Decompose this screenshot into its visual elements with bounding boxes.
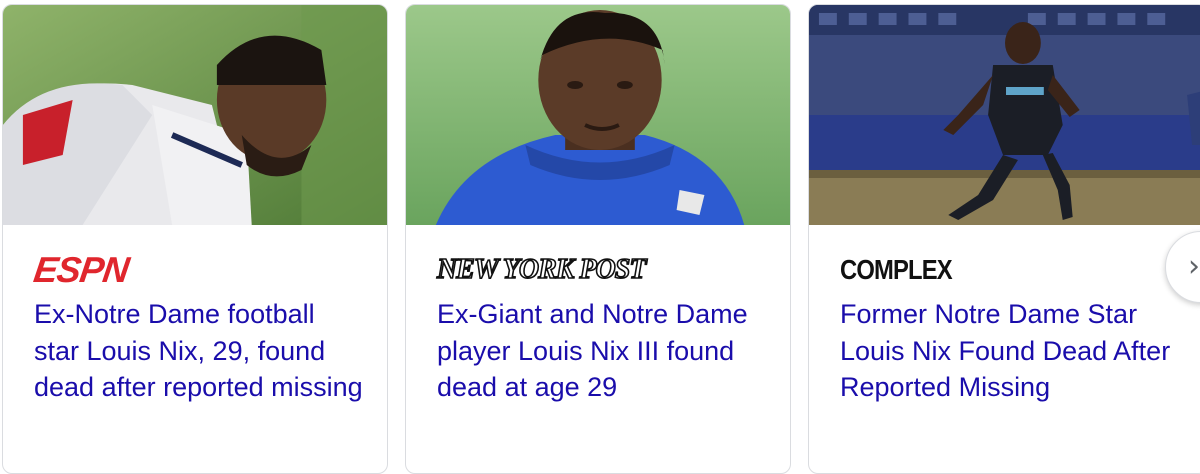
source-logo-espn: ESPN (31, 249, 367, 290)
news-card-complex[interactable]: COMPLEX Former Notre Dame Star Louis Nix… (808, 4, 1200, 474)
news-card-nypost[interactable]: NEW YORK POST Ex-Giant and Notre Dame pl… (405, 4, 791, 474)
article-thumbnail (809, 5, 1200, 225)
source-logo-complex: COMPLEX (840, 250, 1187, 290)
source-name: NEW YORK POST (436, 253, 647, 286)
chevron-right-icon: › (1188, 249, 1200, 284)
headline-link[interactable]: Ex-Giant and Notre Dame player Louis Nix… (437, 296, 770, 406)
headline-link[interactable]: Former Notre Dame Star Louis Nix Found D… (840, 296, 1187, 406)
source-logo-nypost: NEW YORK POST (436, 250, 770, 290)
headline-link[interactable]: Ex-Notre Dame football star Louis Nix, 2… (34, 296, 367, 406)
source-name: ESPN (31, 249, 131, 290)
news-card-espn[interactable]: ESPN Ex-Notre Dame football star Louis N… (2, 4, 388, 474)
source-name: COMPLEX (840, 254, 953, 285)
article-thumbnail (3, 5, 387, 225)
article-thumbnail (406, 5, 790, 225)
top-stories-carousel: ESPN Ex-Notre Dame football star Louis N… (0, 0, 1200, 474)
